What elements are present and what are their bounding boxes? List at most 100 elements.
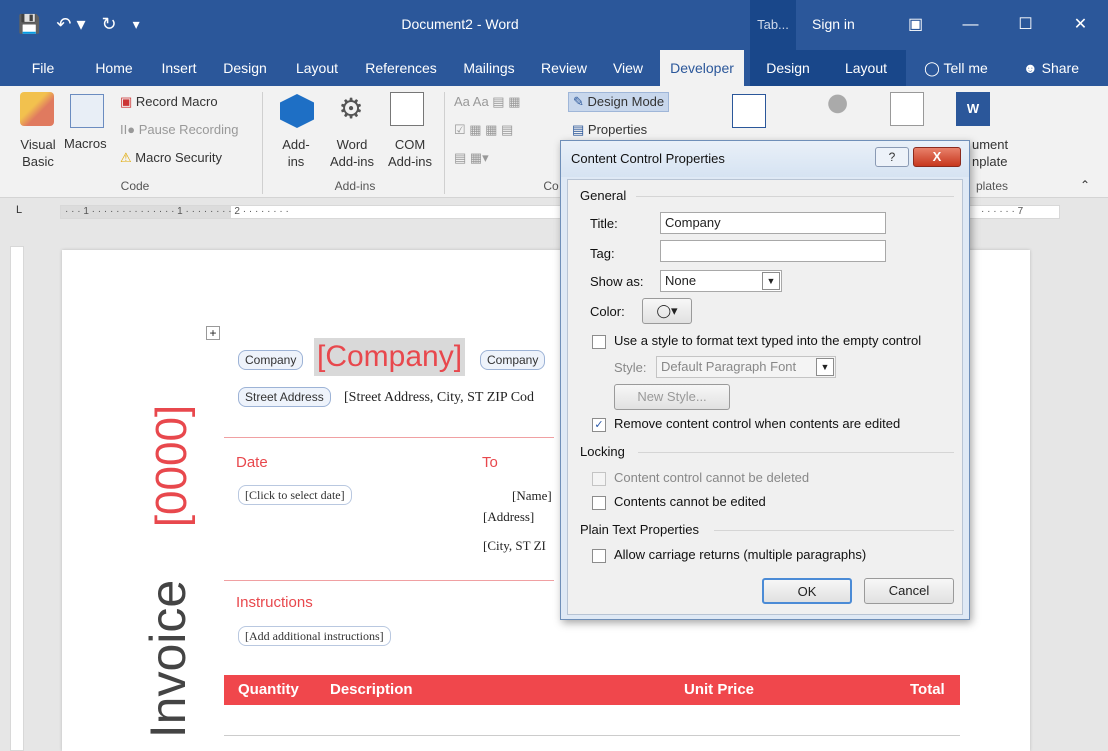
allow-carriage-returns-checkbox[interactable] [592, 549, 606, 563]
dialog-close-button[interactable]: X [913, 147, 961, 167]
vertical-ruler [10, 246, 24, 751]
cannot-delete-checkbox[interactable] [592, 472, 606, 486]
macros-button[interactable]: Macros [64, 136, 107, 151]
instructions-label: Instructions [236, 594, 313, 611]
tab-file[interactable]: File [20, 50, 66, 86]
visual-basic-button[interactable]: Visual Basic [18, 136, 58, 170]
to-address-field[interactable]: [Address] [483, 509, 534, 525]
chevron-down-icon[interactable]: ▼ [762, 272, 780, 290]
context-tab-header[interactable]: Tab... [750, 0, 796, 50]
tab-references[interactable]: References [358, 50, 444, 86]
tab-insert[interactable]: Insert [150, 50, 208, 86]
remove-content-control-label: Remove content control when contents are… [614, 416, 901, 431]
style-select[interactable]: Default Paragraph Font [656, 356, 836, 378]
store-icon[interactable] [280, 94, 314, 128]
content-control-tag-end[interactable]: Company [480, 350, 546, 370]
macros-icon[interactable] [70, 94, 104, 128]
company-content-control[interactable]: [Company] [314, 338, 466, 376]
help-button[interactable]: ? [875, 147, 909, 167]
title-bar: 💾 ↶ ▾ ↻ ▾ Document2 - Word Tab... Sign i… [0, 0, 1108, 50]
table-move-handle-icon[interactable]: + [206, 326, 220, 340]
cannot-edit-checkbox[interactable] [592, 496, 606, 510]
tab-selector[interactable]: L [16, 204, 22, 216]
design-mode-button[interactable]: ✎ Design Mode [568, 92, 670, 112]
invoice-heading: Invoice [140, 579, 196, 739]
minimize-icon[interactable]: — [943, 0, 998, 50]
allow-carriage-returns-label: Allow carriage returns (multiple paragra… [614, 547, 867, 562]
column-header-total: Total [910, 681, 945, 698]
redo-icon[interactable]: ↻ [102, 12, 117, 36]
close-icon[interactable]: ✕ [1053, 0, 1108, 50]
tab-layout[interactable]: Layout [286, 50, 348, 86]
document-template-icon[interactable]: W [956, 92, 990, 126]
restrict-editing-icon[interactable] [890, 92, 924, 126]
document-template-button[interactable]: ument nplate [972, 136, 1008, 170]
sign-in-link[interactable]: Sign in [812, 16, 855, 32]
tag-label: Tag: [590, 246, 615, 261]
chevron-down-icon[interactable]: ▼ [816, 358, 834, 376]
record-macro-button[interactable]: ▣ Record Macro [120, 94, 218, 110]
new-style-button[interactable]: New Style... [614, 384, 730, 410]
tab-view[interactable]: View [604, 50, 652, 86]
ribbon-display-options-icon[interactable]: ▣ [888, 0, 943, 50]
section-plain-text: Plain Text Properties [580, 522, 699, 537]
legacy-tools-icon[interactable]: ▤ ▦▾ [454, 150, 489, 166]
quick-access-toolbar: 💾 ↶ ▾ ↻ ▾ [18, 12, 140, 36]
macro-security-button[interactable]: ⚠ Macro Security [120, 150, 222, 166]
share-button[interactable]: ☻ Share [1008, 50, 1094, 86]
tell-me-search[interactable]: ◯ Tell me [916, 50, 996, 86]
use-style-checkbox[interactable] [592, 335, 606, 349]
remove-content-control-checkbox[interactable]: ✓ [592, 418, 606, 432]
add-ins-button[interactable]: Add-ins [276, 136, 316, 170]
section-general: General [580, 188, 627, 203]
tag-input[interactable] [660, 240, 886, 262]
color-picker-button[interactable]: ◯▾ [642, 298, 692, 324]
group-label-templates: plates [975, 179, 1009, 193]
com-add-ins-button[interactable]: COM Add-ins [384, 136, 436, 170]
tab-table-design[interactable]: Design [750, 50, 826, 86]
properties-icon: ▤ [572, 122, 585, 137]
xml-mapping-icon[interactable] [732, 94, 766, 128]
ok-button[interactable]: OK [762, 578, 852, 604]
invoice-number-box[interactable]: [0000] [147, 365, 196, 565]
word-add-ins-button[interactable]: Word Add-ins [326, 136, 378, 170]
instructions-field[interactable]: [Add additional instructions] [238, 626, 391, 646]
to-name-field[interactable]: [Name] [512, 488, 552, 504]
tab-design[interactable]: Design [216, 50, 274, 86]
content-control-tag-start[interactable]: Company [238, 350, 304, 370]
gear-icon[interactable]: ⚙ [334, 92, 368, 126]
pause-recording-button[interactable]: II● Pause Recording [120, 122, 238, 137]
show-as-label: Show as: [590, 274, 644, 289]
tab-developer[interactable]: Developer [660, 50, 744, 86]
record-macro-icon: ▣ [120, 94, 133, 109]
date-picker-field[interactable]: [Click to select date] [238, 485, 352, 505]
com-add-ins-icon[interactable] [390, 92, 424, 126]
checkbox-control-icon[interactable]: ☑ ▦ ▦ ▤ [454, 122, 513, 138]
tab-home[interactable]: Home [86, 50, 142, 86]
tab-mailings[interactable]: Mailings [454, 50, 524, 86]
ribbon-separator [444, 92, 445, 194]
street-address-tag[interactable]: Street Address [238, 387, 331, 407]
title-label: Title: [590, 216, 618, 231]
block-authors-icon[interactable] [824, 92, 858, 126]
undo-icon[interactable]: ↶ ▾ [56, 12, 85, 36]
group-label-add-ins: Add-ins [334, 179, 376, 193]
title-input[interactable]: Company [660, 212, 886, 234]
invoice-table-header: Quantity Description Unit Price Total [224, 675, 960, 705]
properties-button[interactable]: ▤ Properties [572, 122, 647, 138]
collapse-ribbon-icon[interactable]: ⌃ [1080, 178, 1090, 192]
cannot-delete-label: Content control cannot be deleted [614, 470, 810, 485]
rich-text-control-icon[interactable]: Aa Aa ▤ ▦ [454, 94, 521, 110]
tab-table-layout[interactable]: Layout [826, 50, 906, 86]
table-row-line [224, 735, 960, 736]
visual-basic-icon[interactable] [20, 92, 54, 126]
maximize-icon[interactable]: ☐ [998, 0, 1053, 50]
group-label-code: Code [120, 179, 150, 193]
tab-review[interactable]: Review [534, 50, 594, 86]
invoice-number: [0000] [147, 404, 196, 528]
cancel-button[interactable]: Cancel [864, 578, 954, 604]
save-icon[interactable]: 💾 [18, 12, 40, 36]
customize-icon[interactable]: ▾ [133, 12, 140, 36]
street-address-field[interactable]: [Street Address, City, ST ZIP Cod [344, 390, 534, 406]
to-city-field[interactable]: [City, ST ZI [483, 538, 546, 554]
